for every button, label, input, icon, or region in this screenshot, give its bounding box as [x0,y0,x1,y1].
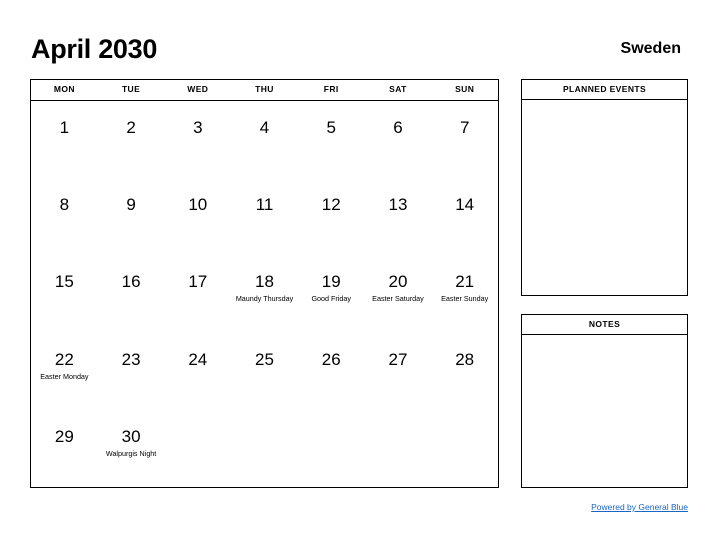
calendar-day-cell[interactable]: 17 [164,255,231,332]
calendar-day-cell[interactable]: 9 [98,178,165,255]
calendar-day-cell[interactable]: 1 [31,101,98,178]
calendar-weeks: 1 2 3 4 5 6 7 8 9 10 11 12 13 14 15 16 17 18 Maundy Thursd… [31,101,498,487]
notes-title: NOTES [522,315,687,335]
day-number: 12 [321,195,341,215]
weekday-header-row: MON TUE WED THU FRI SAT SUN [31,80,498,101]
calendar-day-cell[interactable]: 3 [164,101,231,178]
day-number: 25 [255,349,274,369]
day-number: 7 [459,118,470,137]
day-event-label: Easter Sunday [441,294,489,304]
day-number: 1 [59,118,70,137]
day-number: 30 [121,426,141,446]
calendar-day-cell[interactable]: 20 Easter Saturday [365,255,432,332]
day-number: 26 [321,349,341,369]
day-number: 20 [388,272,408,292]
page-header: April 2030 Sweden [31,33,681,69]
calendar-day-cell[interactable]: 16 [98,255,165,332]
day-number: 29 [54,426,74,446]
planned-events-title: PLANNED EVENTS [522,80,687,100]
calendar-week-row: 15 16 17 18 Maundy Thursday 19 Good Friday 20 Ea… [31,255,498,332]
calendar-day-cell[interactable]: 26 [298,333,365,410]
day-number: 15 [54,272,74,292]
day-number: 5 [326,118,336,137]
day-number: 17 [188,272,208,292]
calendar-day-cell[interactable]: 23 [98,333,165,410]
calendar-day-cell[interactable]: 4 [231,101,298,178]
notes-panel: NOTES [521,314,688,488]
calendar-day-cell[interactable]: 15 [31,255,98,332]
powered-by-link[interactable]: Powered by General Blue [591,502,688,512]
calendar-day-cell[interactable]: 24 [164,333,231,410]
day-number: 4 [259,118,270,137]
calendar-week-row: 8 9 10 11 12 13 14 [31,178,498,255]
calendar-day-cell[interactable]: 2 [98,101,165,178]
day-event-label: Easter Saturday [372,294,424,304]
day-number: 19 [321,272,341,292]
calendar-day-cell[interactable]: 18 Maundy Thursday [231,255,298,332]
calendar-day-cell[interactable]: 12 [298,178,365,255]
calendar-day-cell[interactable]: 7 [431,101,498,178]
calendar-day-cell[interactable]: 22 Easter Monday [31,333,98,410]
day-number: 27 [388,349,408,369]
calendar-day-cell[interactable]: 29 [31,410,98,487]
day-number: 6 [393,118,403,137]
calendar-day-cell-empty [431,410,498,487]
calendar-day-cell-empty [298,410,365,487]
calendar-page: April 2030 Sweden MON TUE WED THU FRI SAT SUN … [0,0,712,550]
planned-events-body[interactable] [522,100,687,296]
day-number: 13 [388,195,408,215]
notes-body[interactable] [522,335,687,488]
country-title: Sweden [620,40,681,57]
calendar-day-cell[interactable]: 11 [231,178,298,255]
weekday-header-sat: SAT [389,84,407,94]
calendar-week-row: 29 30 Walpurgis Night [31,410,498,487]
day-number: 2 [126,118,136,137]
day-number: 24 [188,349,208,369]
calendar-table: MON TUE WED THU FRI SAT SUN 1 2 3 4 5 6 7 8 9 10 11 12 13 1… [30,79,499,488]
day-number: 11 [255,195,274,215]
day-number: 3 [193,118,203,137]
weekday-header-thu: THU [255,84,274,94]
weekday-header-sun: SUN [455,84,475,94]
day-number: 8 [59,195,70,215]
day-event-label: Walpurgis Night [105,448,157,458]
day-number: 28 [455,349,475,369]
calendar-day-cell[interactable]: 13 [365,178,432,255]
planned-events-panel: PLANNED EVENTS [521,79,688,296]
calendar-day-cell-empty [365,410,432,487]
day-event-label: Easter Monday [40,371,89,381]
calendar-day-cell[interactable]: 5 [298,101,365,178]
calendar-day-cell[interactable]: 27 [365,333,432,410]
calendar-day-cell[interactable]: 25 [231,333,298,410]
calendar-day-cell-empty [164,410,231,487]
calendar-day-cell-empty [231,410,298,487]
calendar-day-cell[interactable]: 19 Good Friday [298,255,365,332]
day-number: 9 [126,195,136,215]
day-number: 22 [54,349,74,369]
weekday-header-fri: FRI [323,84,339,94]
day-number: 14 [455,195,475,215]
calendar-day-cell[interactable]: 14 [431,178,498,255]
day-number: 18 [255,272,274,292]
day-event-label: Good Friday [311,294,352,304]
weekday-header-tue: TUE [121,84,141,94]
day-number: 21 [455,272,475,292]
weekday-header-wed: WED [187,84,209,94]
calendar-day-cell[interactable]: 6 [365,101,432,178]
day-number: 10 [188,195,208,215]
day-number: 16 [121,272,141,292]
calendar-day-cell[interactable]: 10 [164,178,231,255]
calendar-week-row: 1 2 3 4 5 6 7 [31,101,498,178]
footer: Powered by General Blue [431,497,688,515]
calendar-day-cell[interactable]: 30 Walpurgis Night [98,410,165,487]
day-event-label: Maundy Thursday [235,294,294,304]
calendar-day-cell[interactable]: 21 Easter Sunday [431,255,498,332]
calendar-day-cell[interactable]: 8 [31,178,98,255]
day-number: 23 [121,349,141,369]
weekday-header-mon: MON [53,84,75,94]
calendar-day-cell[interactable]: 28 [431,333,498,410]
page-title: April 2030 [31,34,158,64]
calendar-week-row: 22 Easter Monday 23 24 25 26 27 28 [31,333,498,410]
